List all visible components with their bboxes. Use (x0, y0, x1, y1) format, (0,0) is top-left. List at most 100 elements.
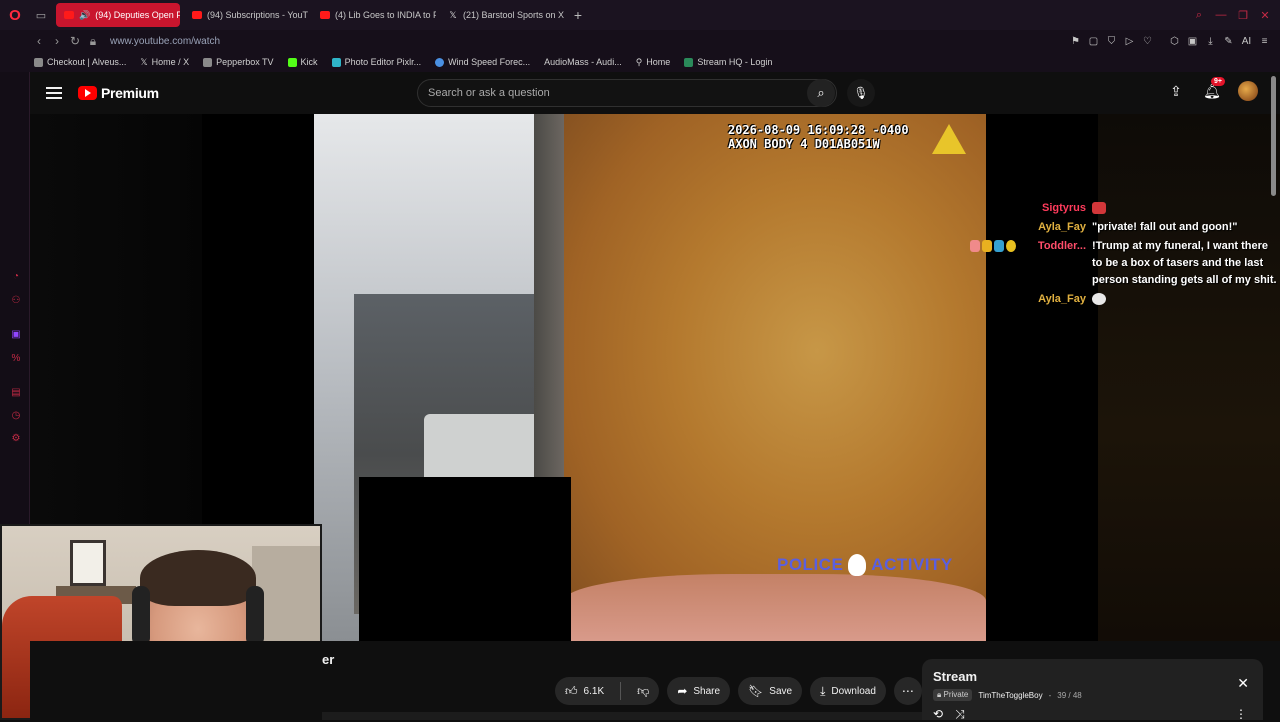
youtube-favicon-icon (192, 11, 202, 19)
like-button[interactable]: 👍︎ 6.1K (555, 677, 614, 705)
weather-favicon-icon (435, 57, 445, 67)
police-activity-logo: POLICE ACTIVITY (777, 554, 953, 576)
more-vertical-icon[interactable]: ⋮ (1235, 707, 1247, 721)
video-actions: 👍︎ 6.1K 👎︎ ➦ Share 🔖︎ Save ⤓ Download ⋯ (555, 677, 922, 705)
bookmark-item[interactable]: ⚲ Home (636, 57, 671, 68)
ai-icon[interactable]: AI (1239, 33, 1254, 49)
avatar[interactable] (1238, 81, 1258, 101)
chat-text: "private! fall out and goon!" (1092, 221, 1238, 233)
chat-username: Ayla_Fay (1038, 293, 1086, 305)
tab-2[interactable]: (94) Subscriptions - YouTu (184, 3, 308, 27)
workspaces-icon[interactable]: ▭ (30, 0, 52, 30)
notification-badge: 9+ (1211, 77, 1225, 86)
share-icon: ➦ (677, 684, 688, 698)
notes-icon[interactable]: ▤ (10, 386, 22, 398)
headset-icon (246, 586, 264, 646)
bodycam-device: AXON BODY 4 D01AB051W (728, 137, 880, 151)
bookmark-item[interactable]: Photo Editor Pixlr... (331, 57, 421, 67)
search-input[interactable] (428, 87, 788, 99)
playlist-meta: 🔒︎ Private TimTheToggleBoy - 39 / 48 (933, 689, 1082, 701)
close-icon[interactable]: ✕ (1237, 675, 1249, 692)
dislike-button[interactable]: 👎︎ (627, 677, 659, 705)
twitch-icon[interactable]: ▣ (10, 328, 22, 340)
download-icon[interactable]: ⤓ (1203, 33, 1218, 49)
close-window-icon[interactable]: ✕ (1256, 6, 1274, 24)
bookmark-item[interactable]: AudioMass - Audi... (544, 57, 622, 67)
bookmark-icon[interactable]: ⚑ (1068, 33, 1083, 49)
save-button[interactable]: 🔖︎ Save (738, 677, 803, 705)
playlist-title[interactable]: Stream (933, 669, 977, 684)
address-bar: ‹ › ↻ 🔒︎ www.youtube.com/watch ⚑ ▢ ⛉ ▷ ♡… (0, 30, 1280, 52)
search-icon[interactable]: ⌕ (807, 79, 835, 107)
reload-icon[interactable]: ↻ (66, 32, 84, 50)
download-icon: ⤓ (820, 683, 826, 698)
bookmark-item[interactable]: Kick (287, 57, 318, 67)
bookmark-item[interactable]: Wind Speed Forec... (435, 57, 530, 67)
extensions-icon[interactable]: ⬡ (1167, 33, 1182, 49)
url-field[interactable]: www.youtube.com/watch (110, 36, 220, 47)
clock-icon[interactable]: ◷ (10, 409, 22, 421)
stream-hq-favicon-icon (684, 57, 694, 67)
back-icon[interactable]: ‹ (30, 32, 48, 50)
tab-3[interactable]: (4) Lib Goes to INDIA to Pr (312, 3, 436, 27)
more-horizontal-icon: ⋯ (901, 684, 914, 698)
heart-icon[interactable]: ♡ (1140, 33, 1155, 49)
chat-username: Toddler... (1037, 240, 1086, 252)
header-actions: ⇪ 🔔︎ 9+ (1166, 77, 1258, 101)
forward-icon[interactable]: › (48, 32, 66, 50)
more-actions-button[interactable]: ⋯ (893, 677, 922, 705)
tab-4[interactable]: 𝕏 (21) Barstool Sports on X: (440, 3, 564, 27)
browser-tab-bar: O ▭ 🔊 (94) Deputies Open Fir (94) Subscr… (0, 0, 1280, 30)
share-button[interactable]: ➦ Share (667, 677, 731, 705)
webcam-picture-frame (70, 540, 106, 586)
new-tab-button[interactable]: + (568, 3, 588, 27)
bookmark-item[interactable]: Checkout | Alveus... (34, 57, 126, 67)
shield-icon[interactable]: ⛉ (1104, 33, 1119, 49)
toolbar-icons: ⚑ ▢ ⛉ ▷ ♡ ⬡ ▣ ⤓ ✎ AI ≡ (1068, 33, 1280, 49)
upload-icon[interactable]: ⇪ (1166, 81, 1186, 101)
microphone-icon[interactable]: 🎙︎ (847, 79, 875, 107)
search-box (417, 79, 837, 107)
percent-icon[interactable]: % (10, 352, 22, 364)
page-scrollbar[interactable] (1271, 76, 1276, 196)
history-icon[interactable]: ◔ (10, 270, 22, 282)
censor-box (359, 477, 571, 641)
settings-icon[interactable]: ⚙ (10, 432, 22, 444)
tab-1[interactable]: 🔊 (94) Deputies Open Fir (56, 3, 180, 27)
maximize-icon[interactable]: ❐ (1234, 6, 1252, 24)
bodycam-overlay: 2026-08-09 16:09:28 -0400 AXON BODY 4 D0… (728, 123, 909, 151)
pen-icon[interactable]: ✎ (1221, 33, 1236, 49)
menu-icon[interactable]: ≡ (1257, 33, 1272, 49)
hamburger-menu-icon[interactable] (46, 87, 62, 99)
bookmark-item[interactable]: Pepperbox TV (203, 57, 274, 67)
lock-icon: 🔒︎ (89, 33, 97, 48)
privacy-badge: 🔒︎ Private (933, 689, 973, 701)
tab-label: (21) Barstool Sports on X: (463, 10, 564, 20)
player-right-panel (1098, 114, 1280, 641)
minimize-icon[interactable]: — (1212, 6, 1230, 24)
chat-username: Sigtyrus (1041, 202, 1086, 214)
messenger-icon[interactable]: ⚇ (10, 294, 22, 306)
opera-logo-icon[interactable]: O (0, 0, 30, 30)
badge-icon (970, 240, 980, 252)
bell-icon[interactable]: 🔔︎ 9+ (1202, 77, 1225, 101)
bookmark-item[interactable]: 𝕏 Home / X (140, 57, 189, 68)
tab-label: (94) Subscriptions - YouTu (207, 10, 308, 20)
youtube-logo[interactable]: Premium (78, 85, 159, 101)
playlist-owner[interactable]: TimTheToggleBoy (978, 691, 1042, 700)
axon-logo-icon (932, 124, 966, 154)
wallet-icon[interactable]: ▣ (1185, 33, 1200, 49)
youtube-favicon-icon (320, 11, 330, 19)
badge-icon (994, 240, 1004, 252)
crown-icon (982, 240, 992, 252)
search-tabs-icon[interactable]: ⌕ (1190, 6, 1208, 24)
player-icon[interactable]: ▷ (1122, 33, 1137, 49)
headset-icon (132, 586, 150, 646)
emote-icon (1092, 293, 1106, 305)
tab-label: (4) Lib Goes to INDIA to Pr (335, 10, 436, 20)
bookmark-favicon-icon (203, 57, 213, 67)
snapshot-icon[interactable]: ▢ (1086, 33, 1101, 49)
bookmark-item[interactable]: Stream HQ - Login (684, 57, 772, 67)
chat-username: Ayla_Fay (1038, 221, 1086, 233)
download-button[interactable]: ⤓ Download (810, 677, 886, 705)
